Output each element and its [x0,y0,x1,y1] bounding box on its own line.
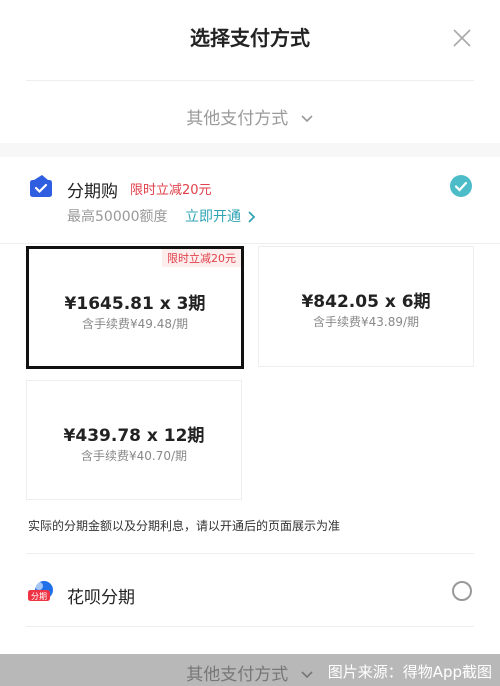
chevron-down-icon [301,115,313,123]
other-payment-label: 其他支付方式 [186,109,289,129]
fenqigou-promo: 限时立减20元 [130,183,212,198]
open-now-link[interactable]: 立即开通 [185,206,256,226]
promo-tag: 限时立减20元 [162,249,241,267]
plan-price: ¥842.05 x 6期 [301,292,431,312]
other-payment-label: 其他支付方式 [186,665,289,685]
disclaimer-text: 实际的分期金额以及分期利息，请以开通后的页面展示为准 [28,519,341,533]
chevron-right-icon [248,211,256,223]
plan-card-6[interactable]: ¥842.05 x 6期 含手续费¥43.89/期 [258,246,474,367]
fenqigou-limit: 最高50000额度 [67,209,168,225]
dialog-header: 选择支付方式 [0,0,500,78]
divider [0,243,500,244]
image-credit: 图片来源：得物App截图 [327,663,492,681]
plan-fee: 含手续费¥43.89/期 [312,315,420,329]
plan-price: ¥439.78 x 12期 [63,426,205,446]
plan-card-3[interactable]: 限时立减20元 ¥1645.81 x 3期 含手续费¥49.48/期 [26,246,244,369]
section-gap [0,143,500,157]
fenqigou-name: 分期购 [67,182,118,202]
open-now-label: 立即开通 [185,209,241,225]
other-payment-toggle[interactable]: 其他支付方式 [0,104,500,129]
bottom-banner: 其他支付方式 图片来源：得物App截图 [0,654,500,686]
huabei-radio[interactable] [452,581,472,601]
plan-card-12[interactable]: ¥439.78 x 12期 含手续费¥40.70/期 [26,380,242,500]
huabei-icon-text: 分期 [31,592,47,601]
close-icon[interactable] [452,28,472,48]
chevron-down-icon [301,671,313,679]
divider [26,80,474,81]
wallet-check-icon [30,175,52,197]
selected-check-icon[interactable] [450,175,472,197]
plan-fee: 含手续费¥40.70/期 [80,449,188,463]
huabei-icon: 分期 [28,581,53,601]
plan-fee: 含手续费¥49.48/期 [81,317,189,331]
huabei-name: 花呗分期 [67,588,135,608]
divider [26,553,474,554]
divider [26,626,474,627]
dialog-title: 选择支付方式 [190,26,310,50]
plan-price: ¥1645.81 x 3期 [64,294,206,314]
